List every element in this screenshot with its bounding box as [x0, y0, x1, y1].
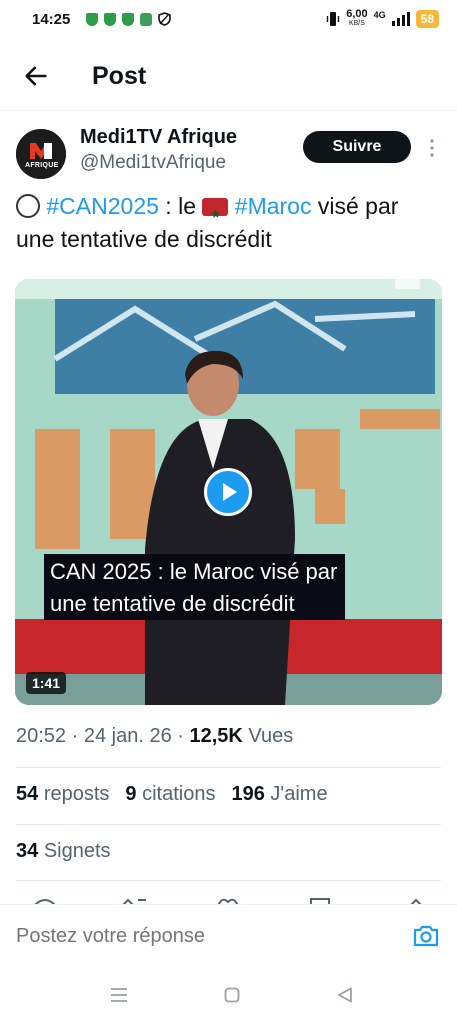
hashtag-maroc[interactable]: #Maroc: [235, 193, 312, 219]
security-icon: [158, 12, 171, 26]
shield-icon: [104, 12, 116, 26]
reply-input[interactable]: [16, 925, 396, 948]
notification-icons: [86, 12, 171, 26]
shield-icon: [122, 12, 134, 26]
views-count: 12,5K: [189, 725, 243, 747]
battery-icon: 58: [415, 10, 439, 28]
likes-stat[interactable]: 196 J'aime: [231, 783, 327, 806]
engagement-stats: 54 reposts 9 citations 196 J'aime: [16, 783, 328, 806]
system-nav-bar: [0, 966, 457, 1024]
soccer-ball-icon: [16, 194, 40, 218]
follow-button[interactable]: Suivre: [303, 131, 411, 163]
status-time: 14:25: [32, 11, 71, 28]
avatar[interactable]: AFRIQUE: [16, 129, 66, 179]
action-bar: [0, 892, 457, 904]
home-icon[interactable]: [224, 987, 240, 1003]
video-duration: 1:41: [26, 672, 67, 694]
views-label: Vues: [248, 725, 294, 747]
divider: [16, 767, 441, 768]
divider: [16, 880, 441, 881]
back-nav-icon[interactable]: [337, 987, 353, 1003]
more-options-icon[interactable]: [429, 138, 435, 158]
play-icon: [223, 483, 237, 501]
system-icons: 6,00 KB/S 4G 58: [326, 8, 439, 28]
avatar-label: AFRIQUE: [25, 162, 59, 169]
author-name[interactable]: Medi1TV Afrique: [80, 126, 237, 149]
shield-icon: [86, 12, 98, 26]
tweet-meta: 20:52 · 24 jan. 26 · 12,5K Vues: [16, 725, 294, 747]
action-icons: [34, 898, 422, 904]
vibrate-icon: [327, 12, 340, 26]
network-type: 4G: [373, 10, 386, 20]
back-arrow-icon[interactable]: [22, 62, 50, 90]
status-bar: 14:25 6,00 KB/S 4G 58: [0, 0, 457, 40]
top-app-bar: Post: [0, 46, 457, 111]
tweet-text-part: : le: [158, 193, 203, 219]
hashtag-can2025[interactable]: #CAN2025: [46, 193, 159, 219]
morocco-flag-icon: [202, 198, 229, 231]
play-button[interactable]: [204, 468, 252, 516]
reposts-stat[interactable]: 54 reposts: [16, 783, 109, 806]
bookmarks-stat[interactable]: 34 Signets: [16, 840, 111, 863]
tweet-date: 24 jan. 26: [83, 725, 172, 747]
quotes-stat[interactable]: 9 citations: [125, 783, 215, 806]
tweet-text: #CAN2025 : le #Maroc visé par une tentat…: [16, 190, 436, 256]
net-speed: 6,00 KB/S: [346, 8, 368, 28]
medi1tv-logo: [16, 129, 66, 179]
recent-apps-icon[interactable]: [110, 987, 128, 1003]
app-icon: [140, 12, 152, 26]
video-caption: CAN 2025 : le Maroc visé par une tentati…: [44, 554, 346, 620]
author-handle[interactable]: @Medi1tvAfrique: [80, 152, 226, 174]
signal-icon: [391, 12, 410, 26]
divider: [16, 824, 441, 825]
tweet-time: 20:52: [16, 725, 67, 747]
page-title: Post: [92, 62, 147, 90]
camera-icon[interactable]: [412, 923, 440, 949]
